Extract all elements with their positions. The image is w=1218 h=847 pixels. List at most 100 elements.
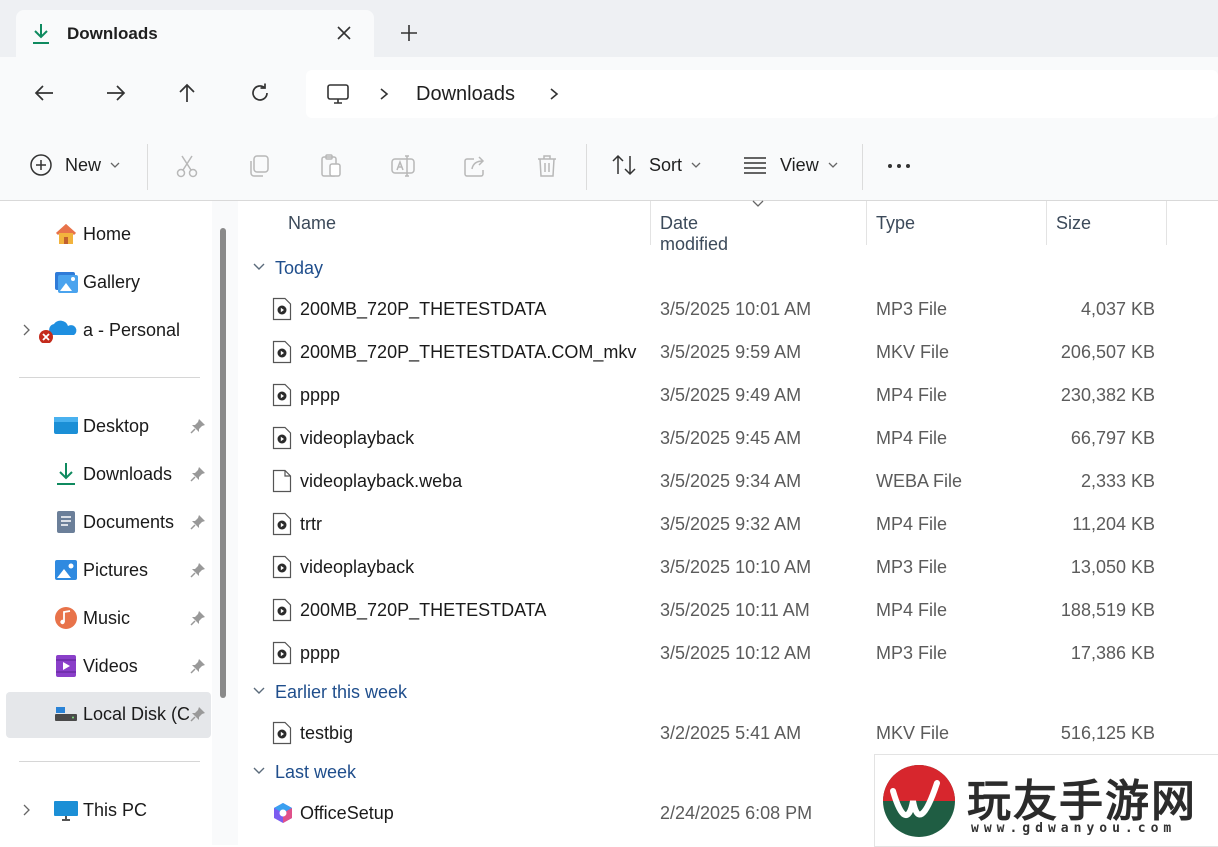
nav-item-downloads[interactable]: Downloads: [6, 452, 211, 496]
downloads-icon: [33, 24, 49, 44]
file-type: MP4 File: [876, 514, 948, 534]
column-divider[interactable]: [866, 201, 867, 245]
up-arrow-icon[interactable]: [175, 81, 199, 105]
breadcrumb[interactable]: Downloads: [306, 70, 1218, 118]
chevron-right-icon[interactable]: [22, 803, 32, 817]
group-label: Last week: [275, 762, 357, 782]
file-type: MP4 File: [876, 428, 948, 448]
chevron-right-icon[interactable]: [378, 87, 390, 101]
tab-downloads[interactable]: Downloads: [16, 10, 374, 57]
file-row[interactable]: videoplayback 3/5/2025 9:45 AM MP4 File …: [240, 417, 1218, 460]
pin-icon[interactable]: [190, 658, 206, 674]
pin-icon[interactable]: [190, 562, 206, 578]
music-icon: [55, 607, 77, 629]
file-type: MKV File: [876, 723, 950, 743]
back-arrow-icon[interactable]: [32, 81, 56, 105]
view-button[interactable]: View: [742, 130, 838, 200]
file-row[interactable]: 200MB_720P_THETESTDATA 3/5/2025 10:01 AM…: [240, 288, 1218, 331]
file-size: 516,125 KB: [1060, 723, 1155, 743]
chevron-right-icon[interactable]: [548, 87, 560, 101]
view-list-icon: [744, 157, 766, 174]
group-label: Earlier this week: [275, 682, 408, 702]
file-row[interactable]: videoplayback.weba 3/5/2025 9:34 AM WEBA…: [240, 460, 1218, 503]
video-file-icon: [272, 598, 292, 622]
view-label: View: [780, 154, 819, 175]
command-bar: New Sort View: [0, 130, 1218, 201]
file-row[interactable]: testbig 3/2/2025 5:41 AM MKV File 516,12…: [240, 712, 1218, 755]
nav-item-pictures[interactable]: Pictures: [6, 548, 211, 592]
sort-button[interactable]: Sort: [611, 130, 701, 200]
file-size: 13,050 KB: [1070, 557, 1155, 577]
video-file-icon: [272, 426, 292, 450]
pin-icon[interactable]: [190, 706, 206, 722]
nav-label-downloads: Downloads: [83, 464, 173, 484]
video-file-icon: [272, 555, 292, 579]
file-row[interactable]: trtr 3/5/2025 9:32 AM MP4 File 11,204 KB: [240, 503, 1218, 546]
file-date: 2/24/2025 6:08 PM: [660, 803, 813, 823]
nav-label-gallery: Gallery: [83, 272, 141, 292]
sort-icon: [612, 154, 636, 176]
forward-arrow-icon[interactable]: [104, 81, 128, 105]
share-icon[interactable]: [462, 153, 488, 179]
new-tab-icon[interactable]: [398, 22, 420, 44]
copy-icon[interactable]: [246, 153, 272, 179]
nav-item-documents[interactable]: Documents: [6, 500, 211, 544]
file-size: 11,204 KB: [1072, 514, 1155, 534]
computer-icon[interactable]: [326, 82, 350, 106]
nav-scrollbar-thumb[interactable]: [220, 228, 226, 698]
pin-icon[interactable]: [190, 418, 206, 434]
column-size-label: Size: [1056, 213, 1092, 233]
nav-item-videos[interactable]: Videos: [6, 644, 211, 688]
nav-item-desktop[interactable]: Desktop: [6, 404, 211, 448]
nav-item-gallery[interactable]: Gallery: [6, 260, 211, 304]
file-type: MP3 File: [876, 557, 948, 577]
more-options-icon[interactable]: [886, 153, 912, 179]
file-type: MKV File: [876, 342, 950, 362]
breadcrumb-downloads[interactable]: Downloads: [416, 83, 515, 106]
file-row[interactable]: 200MB_720P_THETESTDATA.COM_mkv 3/5/2025 …: [240, 331, 1218, 374]
column-divider[interactable]: [1046, 201, 1047, 245]
chevron-down-icon: [253, 767, 265, 774]
chevron-down-icon: [253, 263, 265, 270]
file-date: 3/5/2025 9:59 AM: [660, 342, 802, 362]
nav-item-onedrive[interactable]: a - Personal: [6, 308, 211, 352]
column-divider[interactable]: [1166, 201, 1167, 245]
pictures-icon: [55, 560, 77, 580]
pin-icon[interactable]: [190, 610, 206, 626]
file-size: 206,507 KB: [1060, 342, 1155, 362]
column-type-label: Type: [876, 213, 916, 233]
nav-item-this-pc[interactable]: This PC: [6, 788, 211, 832]
new-button[interactable]: New: [29, 130, 120, 200]
file-size: 4,037 KB: [1080, 299, 1155, 319]
close-icon[interactable]: [333, 22, 355, 44]
rename-icon[interactable]: [390, 153, 416, 179]
paste-icon[interactable]: [318, 153, 344, 179]
file-type: MP4 File: [876, 385, 948, 405]
refresh-icon[interactable]: [248, 81, 272, 105]
pin-icon[interactable]: [190, 466, 206, 482]
cut-icon[interactable]: [174, 153, 200, 179]
file-row[interactable]: pppp 3/5/2025 10:12 AM MP3 File 17,386 K…: [240, 632, 1218, 675]
file-row[interactable]: pppp 3/5/2025 9:49 AM MP4 File 230,382 K…: [240, 374, 1218, 417]
nav-label-videos: Videos: [83, 656, 138, 676]
file-row[interactable]: 200MB_720P_THETESTDATA 3/5/2025 10:11 AM…: [240, 589, 1218, 632]
nav-item-home[interactable]: Home: [6, 212, 211, 256]
nav-divider: [19, 761, 200, 762]
divider: [586, 144, 587, 190]
new-label: New: [65, 154, 102, 175]
delete-icon[interactable]: [534, 153, 560, 179]
chevron-right-icon[interactable]: [22, 323, 32, 337]
blank-file-icon: [272, 469, 292, 493]
file-date: 3/5/2025 9:34 AM: [660, 471, 802, 491]
column-divider[interactable]: [650, 201, 651, 245]
file-name: testbig: [300, 723, 354, 743]
file-name: trtr: [300, 514, 322, 534]
chevron-down-icon: [110, 162, 120, 168]
video-file-icon: [272, 512, 292, 536]
pin-icon[interactable]: [190, 514, 206, 530]
file-row[interactable]: videoplayback 3/5/2025 10:10 AM MP3 File…: [240, 546, 1218, 589]
file-size: 66,797 KB: [1070, 428, 1155, 448]
nav-item-local-disk[interactable]: Local Disk (C:: [6, 692, 211, 738]
nav-item-music[interactable]: Music: [6, 596, 211, 640]
file-name: OfficeSetup: [300, 803, 394, 823]
